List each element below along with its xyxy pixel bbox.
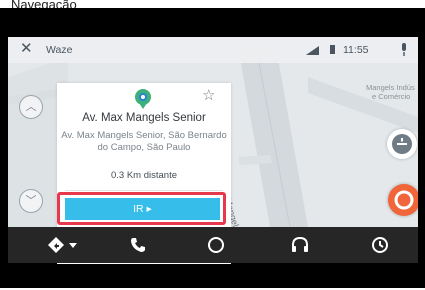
- signal-icon: [306, 46, 319, 55]
- close-icon[interactable]: ✕: [20, 41, 33, 57]
- scroll-down-button[interactable]: ﹀: [19, 189, 43, 213]
- nav-home[interactable]: [204, 227, 228, 263]
- bottom-nav-bar: [8, 227, 418, 263]
- destination-distance: 0.3 Km distante: [110, 170, 177, 181]
- zoom-button[interactable]: [387, 129, 417, 159]
- go-button-highlight: [57, 192, 226, 225]
- navigation-icon: [48, 237, 77, 253]
- status-bar: ✕ Waze 11:55: [8, 37, 418, 63]
- microphone-icon[interactable]: [400, 43, 408, 57]
- location-pin-icon: [135, 89, 151, 109]
- poi-label: Mangels Indús: [366, 83, 415, 92]
- destination-title: Av. Max Mangels Senior: [82, 112, 206, 124]
- nav-media[interactable]: [288, 227, 312, 263]
- poi-label-2: e Comércio: [372, 92, 411, 101]
- card-divider: [65, 190, 223, 191]
- destination-address: Av. Max Mangels Senior, São Bernardo do …: [61, 130, 227, 153]
- clock-time: 11:55: [343, 44, 369, 56]
- report-button[interactable]: [388, 184, 418, 216]
- chevron-up-icon: ︿: [25, 101, 37, 113]
- report-icon: [394, 190, 414, 210]
- scroll-up-button[interactable]: ︿: [19, 95, 43, 119]
- star-outline-icon[interactable]: ☆: [202, 88, 215, 104]
- history-icon: [372, 237, 388, 253]
- nav-phone[interactable]: [126, 227, 150, 263]
- battery-icon: [330, 45, 335, 54]
- nav-recents[interactable]: [368, 227, 392, 263]
- nav-navigation[interactable]: [44, 227, 84, 263]
- home-circle-icon: [208, 237, 224, 253]
- app-title: Waze: [46, 44, 73, 56]
- headphones-icon: [292, 236, 308, 252]
- phone-icon: [131, 238, 145, 252]
- zoom-icon: [392, 134, 412, 154]
- chevron-down-icon: ﹀: [25, 195, 37, 207]
